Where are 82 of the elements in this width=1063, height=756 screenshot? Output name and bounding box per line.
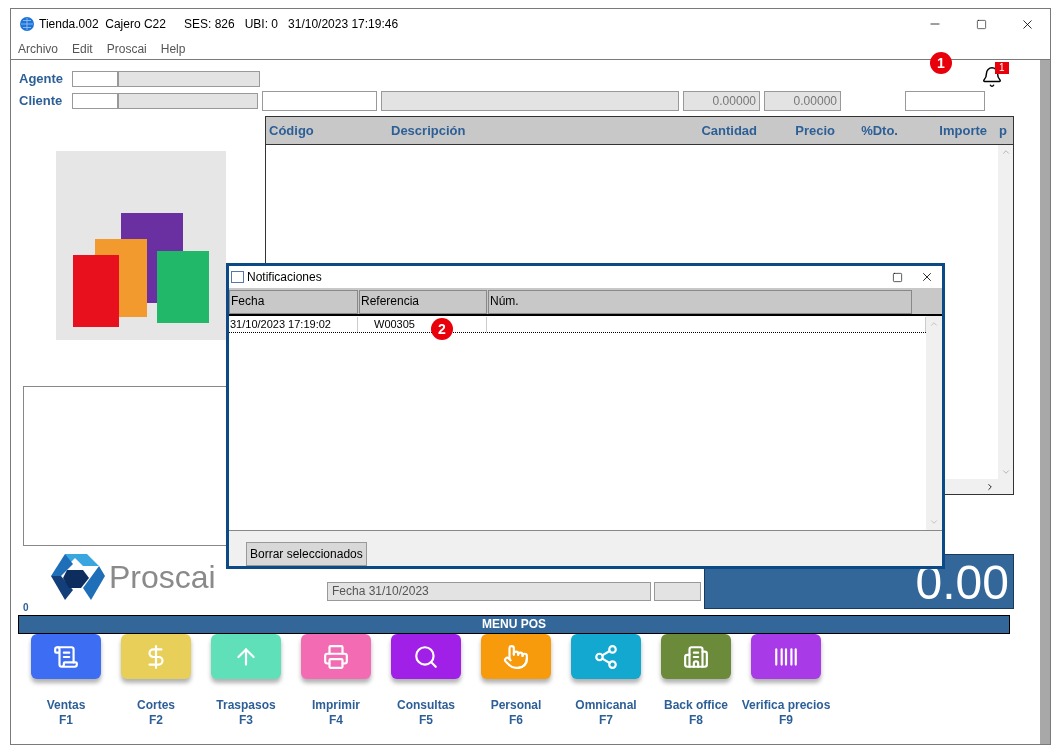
function-label: Consultas [397,698,455,713]
column-header: Importe [938,121,987,140]
function-key-label: F6 [509,713,523,728]
maximize-icon [975,18,987,30]
agente-name-field[interactable] [118,70,260,87]
building-icon [683,643,709,670]
function-key-label: F7 [599,713,613,728]
close-icon [920,270,934,284]
scroll-up-icon [1000,147,1011,157]
text-field[interactable] [905,90,985,111]
datetime-label: 31/10/2023 17:19:46 [288,16,399,33]
function-label: Personal [490,698,542,713]
pos-function-button[interactable] [571,634,641,679]
cliente-name-field[interactable] [118,92,258,109]
text-field[interactable] [262,90,377,111]
vertical-scrollbar[interactable] [998,145,1013,479]
text-field[interactable] [654,582,701,601]
function-key-label: F5 [419,713,433,728]
globe-icon [20,17,34,31]
location-label: UBI: 0 [244,16,279,33]
agente-code-field[interactable] [72,70,118,87]
printer-icon [323,643,349,670]
delete-selected-button[interactable]: Borrar seleccionados [246,542,367,566]
function-label: Verifica precios [741,698,831,713]
column-header: p [998,121,1007,140]
window-title: Tienda.002 Cajero C22 [39,16,166,33]
column-header: %Dto. [860,121,898,140]
function-key-label: F8 [689,713,703,728]
column-header: Código [268,121,315,140]
logo-text: Proscai [109,561,216,593]
notification-count-badge: 1 [995,62,1009,74]
function-label: Omnicanal [575,698,637,713]
dialog-title: Notificaciones [247,269,322,286]
pos-function-button[interactable] [31,634,101,679]
agente-label: Agente [19,69,65,88]
date-field: Fecha 31/10/2023 [327,582,651,601]
function-key-label: F2 [149,713,163,728]
description-field[interactable] [381,90,679,111]
column-header[interactable]: Referencia [359,290,487,314]
menu-item[interactable]: Help [160,40,186,58]
vertical-scrollbar[interactable] [926,316,942,530]
pos-function-button[interactable] [751,634,821,679]
cliente-code-field[interactable] [72,92,118,109]
column-header: Precio [794,121,835,140]
maximize-icon [891,271,903,283]
receipt-icon [53,643,79,670]
value-field[interactable]: 0.00000 [764,90,841,111]
scroll-down-icon [1000,467,1011,477]
menu-item[interactable]: Edit [72,40,93,58]
counter-label: 0 [23,601,30,615]
search-icon [413,643,439,670]
callout-marker: 1 [930,52,952,74]
session-label: SES: 826 [183,16,235,33]
function-key-label: F4 [329,713,343,728]
function-label: Traspasos [216,698,276,713]
column-header[interactable]: Fecha [229,290,358,314]
column-header: Cantidad [700,121,757,140]
function-key-label: F9 [779,713,793,728]
scroll-down-icon [929,517,939,527]
function-label: Imprimir [312,698,360,713]
column-header: Descripción [390,121,467,140]
cliente-label: Cliente [19,91,64,110]
function-label: Cortes [137,698,175,713]
pos-function-button[interactable] [391,634,461,679]
pos-function-button[interactable] [301,634,371,679]
function-key-label: F3 [239,713,253,728]
scroll-right-icon [985,481,995,492]
function-label: Ventas [46,698,86,713]
function-label: Back office [664,698,728,713]
network-icon [593,643,619,670]
function-key-label: F1 [59,713,73,728]
column-header[interactable]: Núm. [488,290,912,314]
menu-item[interactable]: Proscai [106,40,147,58]
scroll-up-icon [929,319,939,329]
pointing-hand-icon [503,643,529,670]
window-icon [231,271,244,283]
pos-function-button[interactable] [481,634,551,679]
pos-function-button[interactable] [661,634,731,679]
table-cell: 31/10/2023 17:19:02 [229,317,358,332]
menu-pos-bar: MENU POS [18,615,1010,634]
menu-item[interactable]: Archivo [18,40,58,58]
value-field[interactable]: 0.00000 [683,90,760,111]
